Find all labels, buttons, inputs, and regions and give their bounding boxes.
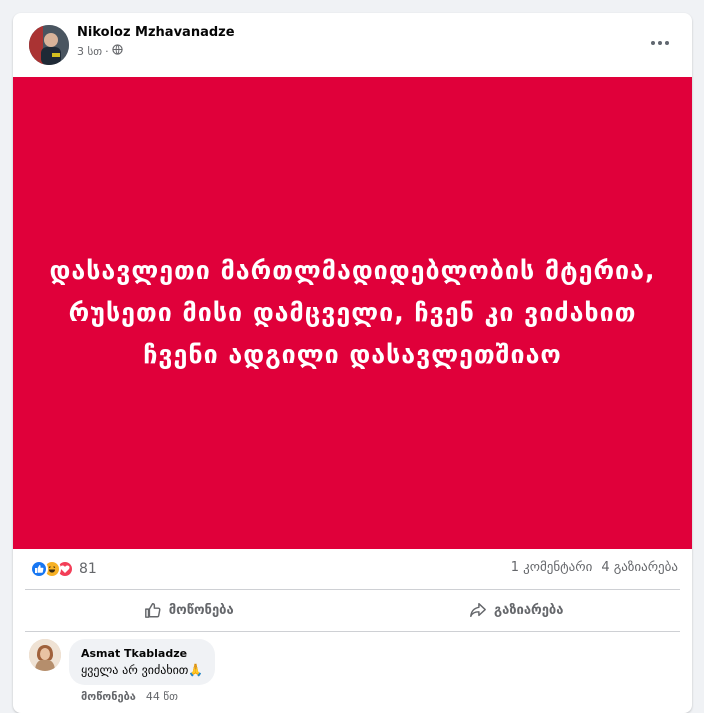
comment-time[interactable]: 44 წთ <box>146 690 178 703</box>
reactions-summary[interactable]: 81 <box>30 560 97 578</box>
comments-count[interactable]: 1 კომენტარი <box>511 560 593 575</box>
shares-count[interactable]: 4 გაზიარება <box>601 560 678 575</box>
post-image-text: დასავლეთი მართლმადიდებლობის მტერია, რუსე… <box>49 256 656 369</box>
like-button[interactable]: მოწონება <box>25 591 353 629</box>
comment-bubble: Asmat Tkabladze ყველა არ ვიძახით🙏 <box>69 639 216 685</box>
like-icon <box>30 560 48 578</box>
author-avatar[interactable] <box>29 25 69 65</box>
divider-top <box>25 589 680 590</box>
share-arrow-icon <box>470 602 486 618</box>
meta-separator: · <box>105 44 109 58</box>
post-header: Nikoloz Mzhavanadze 3 სთ · <box>13 13 692 77</box>
more-dots-icon <box>651 41 669 45</box>
thumbs-up-icon <box>144 602 161 618</box>
commenter-avatar[interactable] <box>29 639 61 671</box>
post-image[interactable]: დასავლეთი მართლმადიდებლობის მტერია, რუსე… <box>13 77 692 549</box>
share-button[interactable]: გაზიარება <box>353 591 681 629</box>
post-meta: 3 სთ · <box>77 44 123 58</box>
more-options-button[interactable] <box>642 29 678 57</box>
comment-actions: მოწონება 44 წთ <box>81 690 178 703</box>
reaction-count[interactable]: 81 <box>79 561 97 577</box>
post-time[interactable]: 3 სთ <box>77 45 102 58</box>
engagement-counts: 1 კომენტარი 4 გაზიარება <box>511 560 678 575</box>
commenter-name[interactable]: Asmat Tkabladze <box>81 647 203 660</box>
post-actions: მოწონება გაზიარება <box>25 591 680 629</box>
post-stats: 81 1 კომენტარი 4 გაზიარება <box>13 557 692 581</box>
like-button-label: მოწონება <box>168 602 234 618</box>
author-name[interactable]: Nikoloz Mzhavanadze <box>77 25 235 40</box>
divider-bottom <box>25 631 680 632</box>
globe-icon <box>111 44 123 58</box>
comment-like-button[interactable]: მოწონება <box>81 690 136 703</box>
post-card: Nikoloz Mzhavanadze 3 სთ · დასავლეთი მარ… <box>13 13 692 713</box>
share-button-label: გაზიარება <box>494 602 564 618</box>
comment-text: ყველა არ ვიძახით🙏 <box>81 663 204 677</box>
